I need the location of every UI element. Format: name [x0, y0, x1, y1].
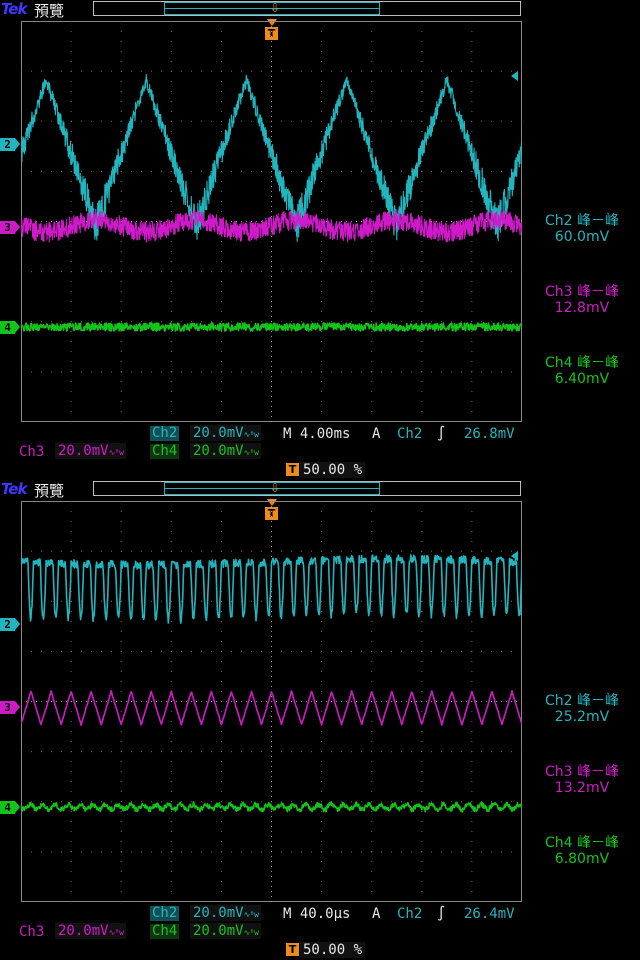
ch3-scale[interactable]: 20.0mV∿ᴮw	[55, 923, 127, 939]
ch3-ground-marker[interactable]: 3	[0, 221, 20, 234]
measurement-label: Ch3 峰－峰	[544, 764, 619, 780]
timebase[interactable]: M 40.0µs	[283, 906, 350, 922]
ch4-scale[interactable]: 20.0mV∿ᴮw	[190, 443, 262, 459]
waveform-display	[21, 501, 522, 902]
measurement-ch4: Ch4 峰－峰 6.80mV	[524, 835, 640, 867]
measurement-ch2: Ch2 峰－峰 60.0mV	[524, 213, 640, 245]
ch2-label[interactable]: Ch2	[150, 426, 180, 441]
ch3-scale[interactable]: 20.0mV∿ᴮw	[55, 443, 127, 459]
ch4-scale[interactable]: 20.0mV∿ᴮw	[190, 923, 262, 939]
ch4-scale-value: 20.0mV	[193, 923, 244, 939]
bandwidth-limit-icon: ∿ᴮw	[243, 430, 259, 439]
measurement-label: Ch2 峰－峰	[544, 213, 619, 229]
bandwidth-limit-icon: ∿ᴮw	[243, 910, 259, 919]
ch4-label[interactable]: Ch4	[150, 444, 180, 459]
ch2-ground-marker[interactable]: 2	[0, 138, 20, 151]
trigger-slope-icon[interactable]: ∫	[437, 906, 445, 922]
acquisition-mode: 預覽	[34, 2, 65, 20]
measurement-value: 25.2mV	[554, 709, 610, 725]
ch2-scale-value: 20.0mV	[193, 425, 244, 441]
ch3-label[interactable]: Ch3	[19, 924, 44, 940]
ch2-scale-value: 20.0mV	[193, 905, 244, 921]
bandwidth-limit-icon: ∿ᴮw	[108, 928, 124, 937]
measurement-value: 13.2mV	[554, 780, 610, 796]
trigger-slope-icon[interactable]: ∫	[437, 426, 445, 442]
measurement-label: Ch2 峰－峰	[544, 693, 619, 709]
trigger-position-icon: T	[286, 463, 299, 476]
ch2-ground-marker[interactable]: 2	[0, 618, 20, 631]
ch4-ground-marker[interactable]: 4	[0, 801, 20, 814]
waveform-display	[21, 21, 522, 422]
trigger-position[interactable]: 50.00 %	[300, 462, 366, 478]
tek-logo: Tek	[1, 0, 27, 18]
measurement-value: 60.0mV	[554, 229, 610, 245]
measurement-ch2: Ch2 峰－峰 25.2mV	[524, 693, 640, 725]
trace-ch3	[21, 690, 522, 726]
trigger-level-marker-icon[interactable]	[511, 551, 518, 561]
measurement-value: 12.8mV	[554, 300, 610, 316]
tek-logo: Tek	[1, 480, 27, 498]
acquisition-mode: 預覽	[34, 482, 65, 500]
bandwidth-limit-icon: ∿ᴮw	[108, 448, 124, 457]
ch3-scale-value: 20.0mV	[58, 443, 109, 459]
trace-ch4	[21, 322, 522, 332]
trigger-source[interactable]: Ch2	[397, 906, 422, 922]
trace-ch2	[21, 554, 522, 624]
ch3-scale-value: 20.0mV	[58, 923, 109, 939]
waveform-graticule	[21, 21, 522, 422]
bandwidth-limit-icon: ∿ᴮw	[243, 928, 259, 937]
ch4-label[interactable]: Ch4	[150, 924, 180, 939]
measurement-value: 6.80mV	[554, 851, 610, 867]
measurement-label: Ch4 峰－峰	[544, 355, 619, 371]
ch4-scale-value: 20.0mV	[193, 443, 244, 459]
ch3-label[interactable]: Ch3	[19, 444, 44, 460]
trigger-level[interactable]: 26.8mV	[464, 426, 515, 442]
ch2-label[interactable]: Ch2	[150, 906, 180, 921]
trigger-position[interactable]: 50.00 %	[300, 942, 366, 958]
scope-capture-2: Tek 預覽 ⇩ T 2 3 4 Ch2 峰－峰 25.2mV Ch3 峰－峰 …	[0, 480, 640, 960]
trigger-position-icon: T	[286, 943, 299, 956]
measurement-ch3: Ch3 峰－峰 13.2mV	[524, 764, 640, 796]
measurement-ch3: Ch3 峰－峰 12.8mV	[524, 284, 640, 316]
top-bar: Tek 預覽 ⇩	[0, 0, 640, 20]
measurement-value: 6.40mV	[554, 371, 610, 387]
ch3-ground-marker[interactable]: 3	[0, 701, 20, 714]
bandwidth-limit-icon: ∿ᴮw	[243, 448, 259, 457]
scope-capture-1: Tek 預覽 ⇩ T 2 3 4 Ch2 峰－峰 60.0mV Ch3 峰－峰 …	[0, 0, 640, 480]
measurement-ch4: Ch4 峰－峰 6.40mV	[524, 355, 640, 387]
trigger-source[interactable]: Ch2	[397, 426, 422, 442]
measurement-label: Ch3 峰－峰	[544, 284, 619, 300]
trigger-mode: A	[372, 906, 381, 922]
trigger-mode: A	[372, 426, 381, 442]
trigger-position-indicator-icon: ⇩	[270, 1, 281, 15]
trigger-level-marker-icon[interactable]	[511, 71, 518, 81]
measurement-label: Ch4 峰－峰	[544, 835, 619, 851]
ch4-ground-marker[interactable]: 4	[0, 321, 20, 334]
trigger-level[interactable]: 26.4mV	[464, 906, 515, 922]
top-bar: Tek 預覽 ⇩	[0, 480, 640, 500]
trace-ch4	[21, 801, 522, 813]
timebase[interactable]: M 4.00ms	[283, 426, 350, 442]
ch2-scale[interactable]: 20.0mV∿ᴮw	[190, 905, 262, 921]
ch2-scale[interactable]: 20.0mV∿ᴮw	[190, 425, 262, 441]
waveform-graticule	[21, 501, 522, 902]
trigger-position-indicator-icon: ⇩	[270, 481, 281, 495]
